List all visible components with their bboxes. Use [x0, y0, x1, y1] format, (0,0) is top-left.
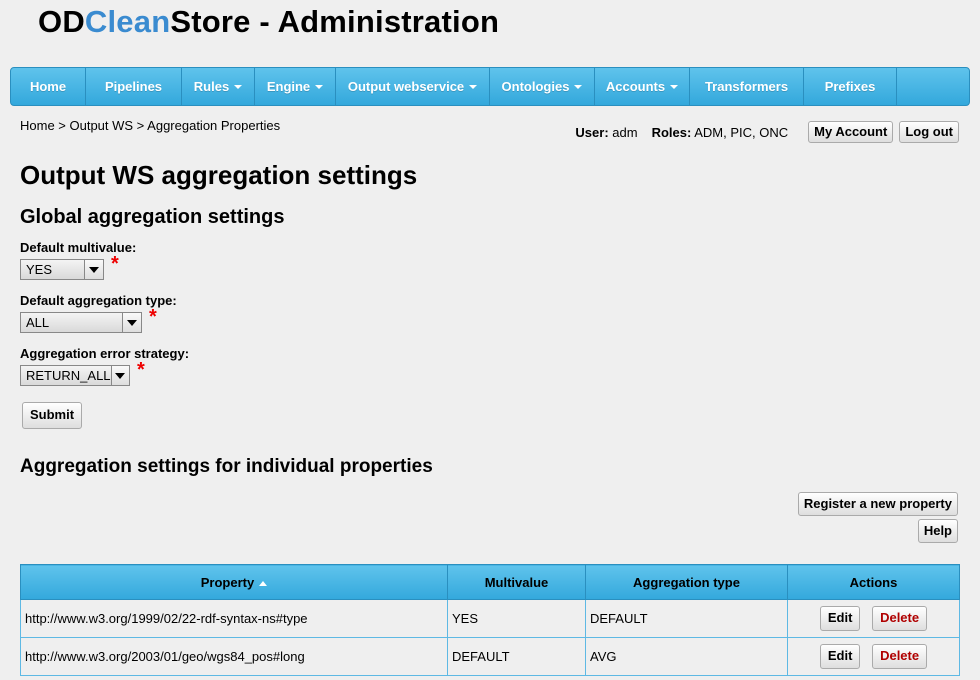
column-header-label: Property	[200, 574, 255, 590]
nav-label: Home	[29, 79, 67, 94]
nav-accounts[interactable]: Accounts	[595, 68, 690, 105]
main-navbar: Home Pipelines Rules Engine Output webse…	[10, 67, 970, 106]
actions-cell: Edit Delete	[787, 637, 960, 676]
roles-info: Roles: ADM, PIC, ONC	[652, 125, 789, 140]
app-title: ODCleanStore - Administration	[38, 4, 499, 40]
column-header-label: Multivalue	[484, 574, 549, 590]
my-account-button[interactable]: My Account	[808, 121, 894, 143]
submit-button[interactable]: Submit	[22, 402, 83, 429]
table-header-row: Property Multivalue Aggregation type Act…	[20, 564, 960, 600]
multivalue-cell: YES	[447, 599, 586, 638]
nav-label: Pipelines	[104, 79, 163, 94]
user-value: adm	[612, 124, 638, 140]
nav-prefixes[interactable]: Prefixes	[804, 68, 897, 105]
dropdown-arrow-icon	[110, 366, 129, 385]
column-header-property[interactable]: Property	[20, 564, 448, 600]
properties-table: Property Multivalue Aggregation type Act…	[20, 564, 960, 676]
delete-button[interactable]: Delete	[872, 644, 928, 669]
delete-button[interactable]: Delete	[872, 606, 928, 631]
property-cell: http://www.w3.org/1999/02/22-rdf-syntax-…	[20, 599, 448, 638]
required-asterisk: *	[111, 253, 119, 275]
roles-label: Roles:	[651, 124, 692, 140]
column-header-aggregation-type[interactable]: Aggregation type	[585, 564, 788, 600]
app-title-highlight: Clean	[84, 4, 171, 39]
required-asterisk: *	[149, 306, 157, 328]
table-row: http://www.w3.org/2003/01/geo/wgs84_pos#…	[20, 637, 960, 676]
select-value: RETURN_ALL	[26, 368, 111, 383]
nav-rules[interactable]: Rules	[182, 68, 255, 105]
column-header-label: Actions	[849, 574, 898, 590]
nav-ontologies[interactable]: Ontologies	[490, 68, 595, 105]
default-multivalue-select[interactable]: YES	[20, 259, 104, 280]
nav-label: Accounts	[605, 79, 666, 94]
nav-pipelines[interactable]: Pipelines	[86, 68, 182, 105]
select-value: YES	[26, 262, 53, 277]
nav-label: Engine	[266, 79, 311, 94]
logout-button[interactable]: Log out	[899, 121, 959, 143]
roles-value: ADM, PIC, ONC	[694, 124, 789, 140]
edit-button[interactable]: Edit	[819, 606, 861, 631]
app-title-suffix: Store - Administration	[170, 4, 500, 39]
table-row: http://www.w3.org/1999/02/22-rdf-syntax-…	[20, 599, 960, 638]
breadcrumb[interactable]: Home > Output WS > Aggregation Propertie…	[20, 118, 280, 133]
nav-label: Output webservice	[347, 79, 465, 94]
nav-engine[interactable]: Engine	[255, 68, 336, 105]
multivalue-cell: DEFAULT	[447, 637, 586, 676]
chevron-down-icon	[670, 84, 679, 89]
nav-output-webservice[interactable]: Output webservice	[336, 68, 490, 105]
default-aggregation-type-select[interactable]: ALL	[20, 312, 142, 333]
chevron-down-icon	[469, 84, 478, 89]
nav-label: Rules	[193, 79, 230, 94]
register-property-button[interactable]: Register a new property	[797, 492, 958, 516]
page-title: Output WS aggregation settings	[20, 160, 418, 190]
app-title-prefix: OD	[38, 4, 85, 39]
aggregation-type-cell: DEFAULT	[585, 599, 788, 638]
dropdown-arrow-icon	[122, 313, 141, 332]
individual-settings-heading: Aggregation settings for individual prop…	[20, 456, 433, 477]
select-value: ALL	[26, 315, 50, 330]
property-cell: http://www.w3.org/2003/01/geo/wgs84_pos#…	[20, 637, 448, 676]
error-strategy-select[interactable]: RETURN_ALL	[20, 365, 130, 386]
aggregation-type-cell: AVG	[585, 637, 788, 676]
chevron-down-icon	[574, 84, 583, 89]
nav-transformers[interactable]: Transformers	[690, 68, 804, 105]
help-button[interactable]: Help	[917, 519, 958, 543]
sort-ascending-icon	[259, 580, 268, 586]
nav-home[interactable]: Home	[11, 68, 86, 105]
user-info: User: adm	[575, 125, 637, 140]
user-label: User:	[575, 124, 609, 140]
chevron-down-icon	[234, 84, 243, 89]
user-bar: User: adm Roles: ADM, PIC, ONC My Accoun…	[575, 121, 959, 143]
column-header-label: Aggregation type	[633, 574, 740, 590]
edit-button[interactable]: Edit	[819, 644, 861, 669]
nav-label: Prefixes	[824, 79, 876, 94]
chevron-down-icon	[315, 84, 324, 89]
column-header-multivalue[interactable]: Multivalue	[447, 564, 586, 600]
column-header-actions: Actions	[787, 564, 960, 600]
global-settings-heading: Global aggregation settings	[20, 206, 285, 228]
nav-label: Ontologies	[501, 79, 570, 94]
dropdown-arrow-icon	[84, 260, 103, 279]
nav-label: Transformers	[704, 79, 789, 94]
actions-cell: Edit Delete	[787, 599, 960, 638]
error-strategy-label: Aggregation error strategy:	[20, 346, 190, 361]
required-asterisk: *	[137, 359, 145, 381]
